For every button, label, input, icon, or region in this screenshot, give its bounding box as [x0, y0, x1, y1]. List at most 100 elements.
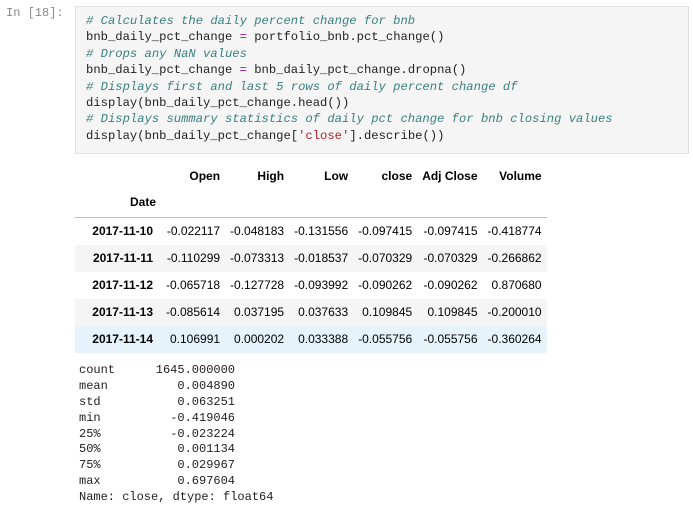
index-row-blank	[161, 187, 226, 218]
stat-value: 0.063251	[177, 394, 235, 409]
index-row-blank	[225, 187, 290, 218]
code-line: # Calculates the daily percent change fo…	[86, 13, 678, 29]
column-header: Low	[324, 169, 349, 183]
row-index-label: 2017-11-12	[92, 278, 153, 292]
row-index-label: 2017-11-13	[92, 305, 153, 319]
stat-label: max	[79, 474, 101, 489]
stat-value: 1645.000000	[155, 363, 235, 377]
describe-row: 25% -0.023224	[79, 427, 273, 443]
table-cell: -0.070329	[358, 251, 413, 265]
table-cell: 0.033388	[298, 332, 349, 346]
table-cell: -0.097415	[358, 224, 413, 239]
code-line: display(bnb_daily_pct_change.head())	[86, 95, 678, 111]
table-cell: -0.048183	[230, 224, 285, 239]
code-text: bnb_daily_pct_change	[86, 63, 240, 78]
stat-label: 75%	[79, 458, 101, 473]
table-cell: -0.418774	[487, 224, 542, 239]
table-cell: -0.093992	[294, 278, 349, 292]
describe-output: count 1645.000000 mean 0.004890 std 0.063251 m…	[79, 363, 273, 506]
index-row-blank	[482, 187, 547, 218]
table-row: 2017-11-10 -0.022117 -0.048183 -0.131556 -0.…	[75, 218, 547, 245]
row-index-label: 2017-11-11	[92, 251, 153, 265]
describe-row: min -0.419046	[79, 411, 273, 427]
table-cell: -0.090262	[423, 278, 478, 292]
column-header: Open	[189, 169, 221, 183]
table-cell: -0.127728	[230, 278, 285, 292]
stat-value: 0.697604	[177, 474, 235, 489]
dataframe-body: 2017-11-10 -0.022117 -0.048183 -0.131556 -0.…	[75, 218, 547, 353]
table-cell: 0.000202	[234, 332, 285, 346]
table-cell: -0.360264	[487, 332, 542, 346]
code-comment: # Displays first and last 5 rows of dail…	[86, 79, 518, 94]
table-cell: 0.870680	[491, 278, 542, 292]
code-operator: =	[239, 63, 247, 78]
column-header: High	[257, 169, 285, 183]
stat-label: count	[79, 363, 116, 377]
table-cell: -0.200010	[487, 305, 542, 319]
table-cell: -0.266862	[487, 251, 542, 265]
table-cell: -0.090262	[358, 278, 413, 292]
table-cell: 0.109845	[427, 305, 478, 319]
index-name-row: Date	[75, 187, 547, 218]
table-cell: -0.055756	[423, 332, 478, 346]
stat-label: mean	[79, 378, 108, 393]
row-index-label: 2017-11-10	[92, 224, 153, 239]
table-cell: -0.073313	[230, 251, 285, 265]
table-cell: 0.037633	[298, 305, 349, 319]
index-header-blank	[75, 165, 161, 187]
index-name: Date	[75, 187, 161, 218]
stat-value: 0.004890	[177, 378, 235, 393]
stat-label: std	[79, 394, 101, 409]
code-line: # Displays summary statistics of daily p…	[86, 111, 678, 127]
index-row-blank	[417, 187, 483, 218]
column-header: close	[381, 169, 413, 183]
code-operator: =	[239, 30, 247, 45]
describe-row: max 0.697604	[79, 474, 273, 490]
code-line: # Drops any NaN values	[86, 46, 678, 62]
table-cell: 0.109845	[362, 305, 413, 319]
code-text: bnb_daily_pct_change.dropna()	[246, 63, 467, 78]
stat-label: min	[79, 410, 101, 425]
index-row-blank	[289, 187, 354, 218]
code-comment: # Drops any NaN values	[86, 46, 247, 61]
table-cell: -0.097415	[423, 224, 478, 239]
table-cell: 0.106991	[169, 332, 221, 346]
code-text: portfolio_bnb.pct_change()	[246, 30, 445, 45]
table-cell: -0.085614	[166, 305, 221, 319]
table-cell: -0.065718	[166, 278, 221, 292]
stat-label: 50%	[79, 442, 101, 457]
column-header: Adj Close	[422, 169, 478, 183]
code-line: bnb_daily_pct_change = bnb_daily_pct_cha…	[86, 62, 678, 78]
column-header-row: Open High Low close Adj Close Volume	[75, 165, 547, 187]
describe-row: mean 0.004890	[79, 379, 273, 395]
table-row: 2017-11-12 -0.065718 -0.127728 -0.093992 -0.…	[75, 272, 547, 299]
stat-value: 0.001134	[177, 442, 235, 457]
table-row: 2017-11-14 0.106991 0.000202 0.033388 -0.055…	[75, 325, 547, 353]
row-index-label: 2017-11-14	[92, 332, 153, 346]
table-cell: -0.055756	[358, 332, 413, 346]
code-string: 'close'	[298, 128, 350, 143]
table-cell: -0.131556	[294, 224, 349, 239]
code-text: ].describe())	[349, 128, 445, 143]
stat-value: 0.029967	[177, 458, 235, 473]
table-cell: -0.022117	[166, 224, 221, 239]
code-line: # Displays first and last 5 rows of dail…	[86, 79, 678, 95]
code-cell-input[interactable]: # Calculates the daily percent change fo…	[75, 6, 689, 154]
code-comment: # Calculates the daily percent change fo…	[86, 14, 416, 28]
table-cell: -0.110299	[166, 251, 221, 265]
index-row-blank	[353, 187, 418, 218]
stat-value: -0.419046	[170, 410, 235, 425]
describe-row: count 1645.000000	[79, 363, 273, 379]
describe-row: 75% 0.029967	[79, 458, 273, 474]
dataframe-output: Open High Low close Adj Close Volume Date 201…	[75, 165, 547, 353]
table-row: 2017-11-11 -0.110299 -0.073313 -0.018537 -0.…	[75, 244, 547, 272]
code-text: display(bnb_daily_pct_change.head())	[86, 95, 350, 110]
table-row: 2017-11-13 -0.085614 0.037195 0.037633 0.109…	[75, 298, 547, 326]
stat-value: -0.023224	[170, 426, 235, 441]
cell-prompt: In [18]:	[6, 6, 64, 20]
describe-row: std 0.063251	[79, 395, 273, 411]
describe-footer: Name: close, dtype: float64	[79, 490, 274, 505]
stat-label: 25%	[79, 426, 101, 441]
code-text: bnb_daily_pct_change	[86, 30, 240, 45]
column-header: Volume	[499, 169, 542, 183]
